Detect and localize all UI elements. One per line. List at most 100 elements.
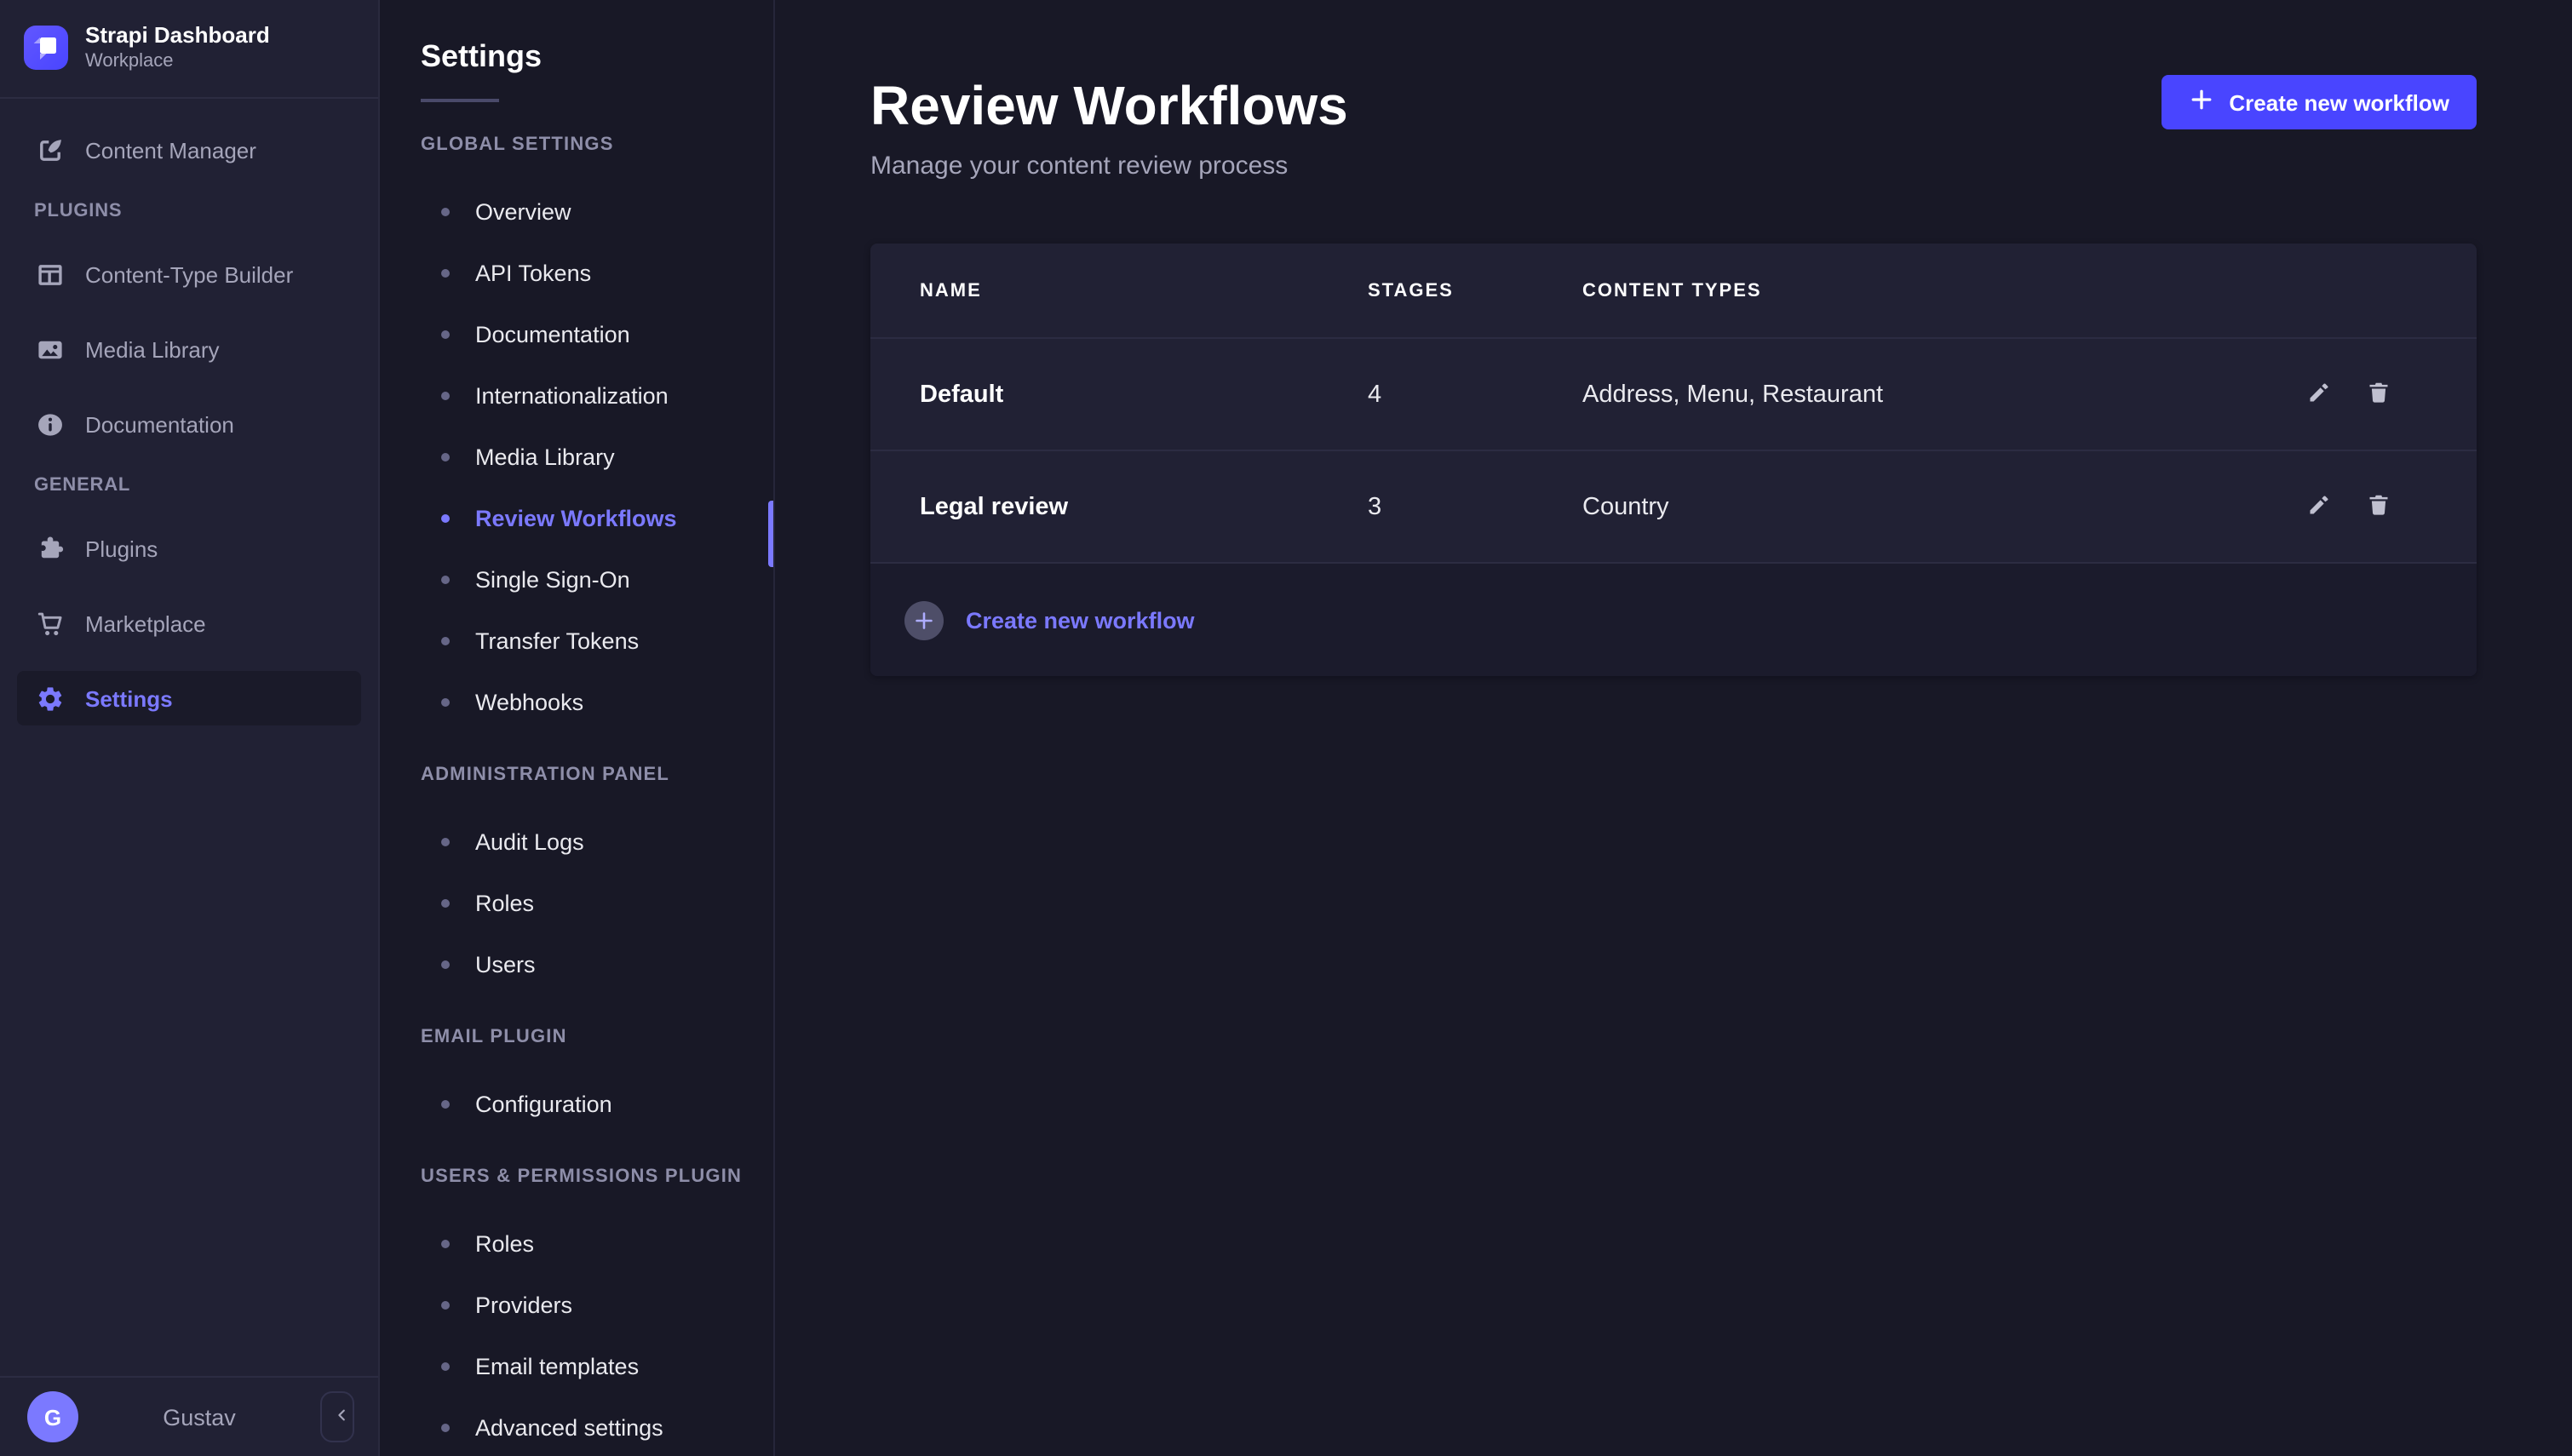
edit-button[interactable] (2303, 379, 2334, 410)
subnav-item-label: Audit Logs (475, 828, 584, 854)
sidebar-item-marketplace[interactable]: Marketplace (17, 596, 361, 651)
page-title: Review Workflows (870, 75, 1348, 136)
subnav-item-label: Single Sign-On (475, 566, 630, 592)
sidebar-item-media-library[interactable]: Media Library (17, 322, 361, 376)
subnav-section-email-plugin: EMAIL PLUGIN Configuration (380, 1025, 773, 1134)
subnav-item-email-templates[interactable]: Email templates (380, 1335, 773, 1396)
subnav-section-label: GLOBAL SETTINGS (421, 133, 773, 157)
sidebar-item-content-manager[interactable]: Content Manager (17, 123, 361, 177)
workflows-table: NAME STAGES CONTENT TYPES Default 4 Addr… (870, 244, 2477, 676)
bullet-icon (441, 1300, 450, 1309)
subnav-item-advanced-settings[interactable]: Advanced settings (380, 1396, 773, 1456)
subnav-title: Settings (421, 37, 773, 75)
chevron-left-icon (332, 1404, 353, 1430)
subnav-section-global-settings: GLOBAL SETTINGS Overview API Tokens Docu… (380, 133, 773, 732)
main-content: Review Workflows Manage your content rev… (775, 0, 2572, 1456)
create-workflow-button[interactable]: Create new workflow (2161, 75, 2477, 129)
column-header-stages: STAGES (1368, 280, 1582, 301)
plus-circle-icon (904, 600, 944, 639)
subnav-item-label: Webhooks (475, 689, 583, 714)
subnav-item-api-tokens[interactable]: API Tokens (380, 242, 773, 303)
subnav-item-single-sign-on[interactable]: Single Sign-On (380, 548, 773, 610)
bullet-icon (441, 898, 450, 907)
settings-subnav: Settings GLOBAL SETTINGS Overview API To… (380, 0, 775, 1456)
subnav-section-users-permissions: USERS & PERMISSIONS PLUGIN Roles Provide… (380, 1165, 773, 1456)
workflow-stages: 3 (1368, 493, 1582, 520)
app-title: Strapi Dashboard (85, 22, 270, 48)
brand[interactable]: Strapi Dashboard Workplace (0, 0, 378, 97)
bullet-icon (441, 207, 450, 215)
bullet-icon (441, 1423, 450, 1431)
edit-button[interactable] (2303, 491, 2334, 522)
media-library-icon (34, 334, 65, 364)
table-row[interactable]: Default 4 Address, Menu, Restaurant (870, 337, 2477, 450)
avatar[interactable]: G (27, 1391, 78, 1442)
subnav-item-transfer-tokens[interactable]: Transfer Tokens (380, 610, 773, 671)
workflow-name: Legal review (920, 493, 1368, 520)
bullet-icon (441, 960, 450, 968)
table-header-row: NAME STAGES CONTENT TYPES (870, 244, 2477, 337)
workflow-stages: 4 (1368, 381, 1582, 408)
plugins-icon (34, 533, 65, 564)
delete-icon (2365, 491, 2391, 522)
sidebar-item-plugins[interactable]: Plugins (17, 521, 361, 576)
subnav-item-admin-users[interactable]: Users (380, 933, 773, 995)
sidebar-item-label: Media Library (85, 336, 220, 362)
sidebar-footer: G Gustav (0, 1376, 378, 1456)
edit-icon (2305, 491, 2331, 522)
subnav-section-label: ADMINISTRATION PANEL (421, 763, 773, 787)
workflow-content-types: Country (1582, 493, 2303, 520)
subnav-item-label: Transfer Tokens (475, 628, 639, 653)
bullet-icon (441, 697, 450, 706)
bullet-icon (441, 391, 450, 399)
subnav-item-audit-logs[interactable]: Audit Logs (380, 811, 773, 872)
subnav-item-label: Media Library (475, 444, 615, 469)
table-row[interactable]: Legal review 3 Country (870, 450, 2477, 562)
subnav-item-label: Users (475, 951, 536, 977)
bullet-icon (441, 452, 450, 461)
subnav-item-label: Internationalization (475, 382, 669, 408)
delete-button[interactable] (2362, 379, 2393, 410)
subnav-item-media-library[interactable]: Media Library (380, 426, 773, 487)
bullet-icon (441, 1361, 450, 1370)
create-workflow-footer-button[interactable]: Create new workflow (870, 562, 2477, 676)
subnav-item-review-workflows[interactable]: Review Workflows (380, 487, 773, 548)
subnav-item-internationalization[interactable]: Internationalization (380, 364, 773, 426)
subnav-item-label: Advanced settings (475, 1414, 663, 1440)
sidebar-section-plugins: PLUGINS (17, 199, 361, 223)
subnav-item-label: Roles (475, 1230, 534, 1256)
subnav-item-overview[interactable]: Overview (380, 181, 773, 242)
subnav-item-admin-roles[interactable]: Roles (380, 872, 773, 933)
subnav-item-documentation[interactable]: Documentation (380, 303, 773, 364)
collapse-sidebar-button[interactable] (320, 1391, 354, 1442)
subnav-item-providers[interactable]: Providers (380, 1274, 773, 1335)
documentation-icon (34, 409, 65, 439)
bullet-icon (441, 330, 450, 338)
bullet-icon (441, 513, 450, 522)
sidebar-section-general: GENERAL (17, 473, 361, 497)
subnav-section-label: USERS & PERMISSIONS PLUGIN (421, 1165, 773, 1189)
sidebar-item-label: Content-Type Builder (85, 261, 293, 287)
delete-button[interactable] (2362, 491, 2393, 522)
app-window: Strapi Dashboard Workplace Content Manag… (0, 0, 2572, 1456)
sidebar-item-content-type-builder[interactable]: Content-Type Builder (17, 247, 361, 301)
sidebar-item-documentation[interactable]: Documentation (17, 397, 361, 451)
create-workflow-footer-label: Create new workflow (966, 607, 1195, 633)
subnav-item-up-roles[interactable]: Roles (380, 1212, 773, 1274)
settings-gear-icon (34, 683, 65, 714)
page-header: Review Workflows Manage your content rev… (870, 75, 2477, 184)
bullet-icon (441, 837, 450, 846)
sidebar-item-label: Documentation (85, 411, 234, 437)
bullet-icon (441, 636, 450, 645)
sidebar-item-label: Settings (85, 685, 173, 711)
strapi-logo-icon (24, 26, 68, 70)
subnav-item-webhooks[interactable]: Webhooks (380, 671, 773, 732)
sidebar-nav: Content Manager PLUGINS Content-Type Bui… (0, 99, 378, 1376)
bullet-icon (441, 575, 450, 583)
bullet-icon (441, 1239, 450, 1247)
sidebar-item-settings[interactable]: Settings (17, 671, 361, 725)
subnav-item-label: Email templates (475, 1353, 639, 1379)
content-type-builder-icon (34, 259, 65, 289)
column-header-content-types: CONTENT TYPES (1582, 280, 2393, 301)
subnav-item-configuration[interactable]: Configuration (380, 1073, 773, 1134)
